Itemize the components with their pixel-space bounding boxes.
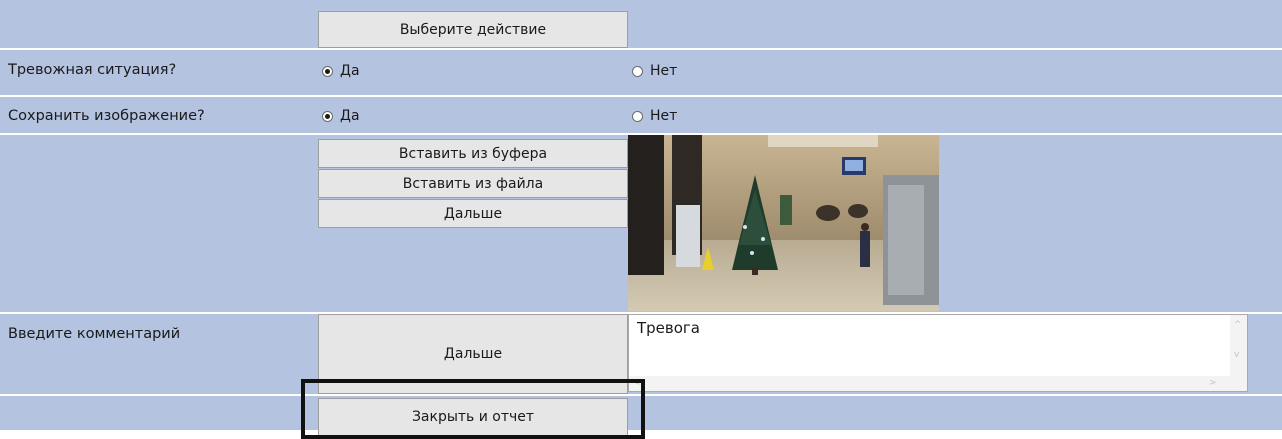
radio-checked-icon [322, 65, 333, 77]
alarm-yes-label: Да [340, 63, 360, 79]
close-and-report-button[interactable]: Закрыть и отчет [318, 398, 628, 436]
comment-next-button[interactable]: Дальше [318, 314, 628, 394]
save-image-no-radio[interactable]: Нет [632, 108, 677, 124]
comment-textarea[interactable]: Тревога ^ v < > [628, 314, 1248, 392]
paste-from-file-button[interactable]: Вставить из файла [318, 169, 628, 198]
paste-from-buffer-button[interactable]: Вставить из буфера [318, 139, 628, 168]
alarm-no-label: Нет [650, 63, 678, 79]
scroll-right-icon[interactable]: > [1209, 379, 1217, 388]
alarm-question-label: Тревожная ситуация? [8, 62, 177, 78]
alarm-yes-radio[interactable]: Да [322, 63, 360, 79]
scroll-up-icon[interactable]: ^ [1234, 321, 1242, 330]
radio-unchecked-icon [632, 65, 643, 77]
comment-text: Тревога [637, 319, 701, 337]
vertical-scrollbar[interactable]: ^ v [1230, 315, 1247, 391]
save-image-yes-label: Да [340, 108, 360, 124]
scroll-down-icon[interactable]: v [1234, 351, 1239, 360]
comment-label: Введите комментарий [8, 326, 181, 342]
save-image-question-label: Сохранить изображение? [8, 108, 205, 124]
save-image-no-label: Нет [650, 108, 678, 124]
radio-checked-icon [322, 110, 333, 122]
row-footer [0, 396, 1282, 430]
camera-snapshot-icon [628, 135, 939, 311]
horizontal-scrollbar[interactable]: < > [629, 376, 1230, 391]
save-image-yes-radio[interactable]: Да [322, 108, 360, 124]
radio-unchecked-icon [632, 110, 643, 122]
scroll-left-icon[interactable]: < [633, 379, 641, 388]
image-next-button[interactable]: Дальше [318, 199, 628, 228]
alarm-no-radio[interactable]: Нет [632, 63, 677, 79]
select-action-button[interactable]: Выберите действие [318, 11, 628, 48]
row-action [0, 0, 1282, 48]
camera-snapshot-image [628, 135, 939, 311]
